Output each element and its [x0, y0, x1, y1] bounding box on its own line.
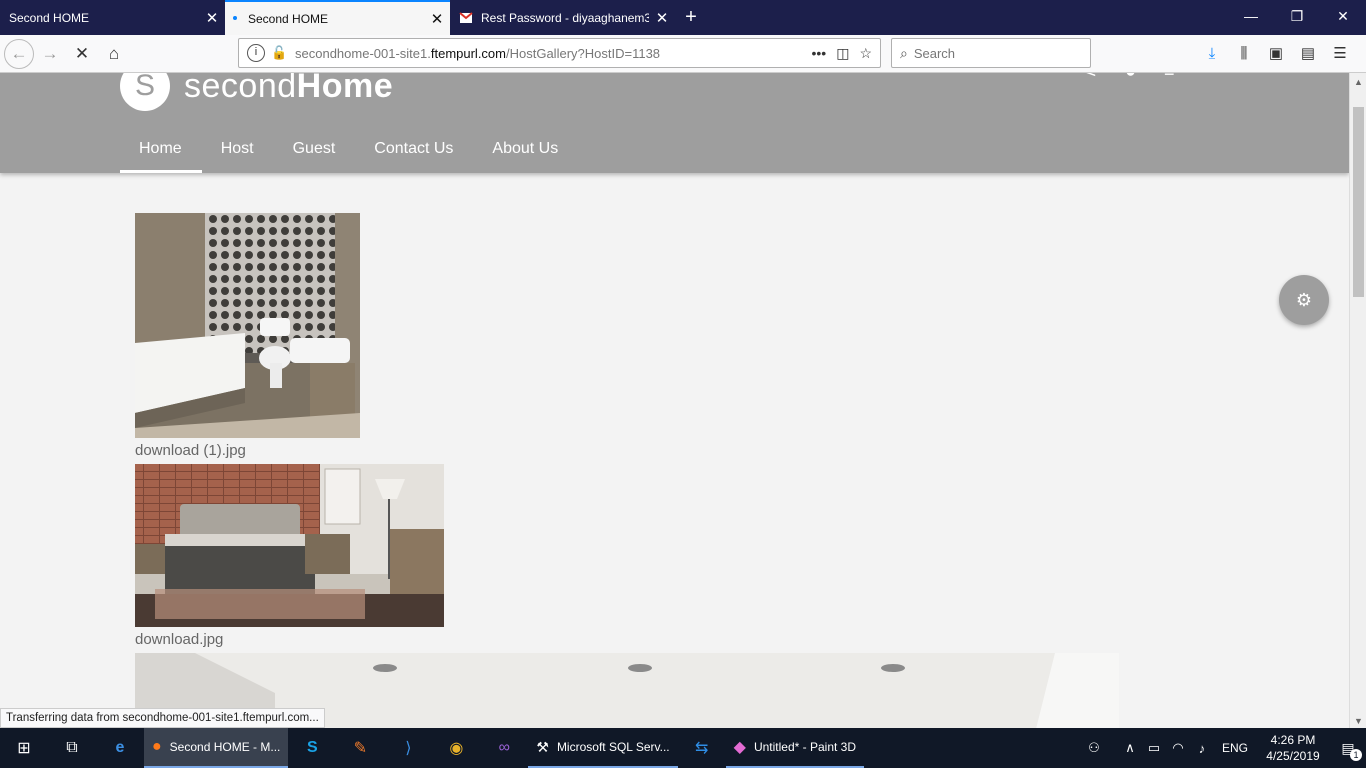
sql-server-icon: ⚒	[536, 738, 549, 755]
pocket-icon[interactable]: ◫	[836, 45, 849, 62]
menu-item-home[interactable]: Home	[120, 130, 202, 173]
minimize-icon[interactable]: —	[1228, 0, 1274, 35]
chevron-up-icon[interactable]: ∧	[1118, 740, 1142, 756]
chrome-icon[interactable]: ◉	[432, 728, 480, 768]
tab-title: Second HOME	[9, 10, 90, 25]
new-tab-icon[interactable]: +	[675, 0, 707, 35]
tab-second-home-1[interactable]: Second HOME ✕	[0, 0, 225, 35]
windows-start-icon[interactable]: ⊞	[0, 728, 48, 768]
tab-second-home-2[interactable]: Second HOME ✕	[225, 0, 450, 35]
wifi-icon[interactable]: ◠	[1166, 740, 1190, 756]
taskbar-paint3d[interactable]: ◆ Untitled* - Paint 3D	[725, 728, 864, 768]
taskbar-firefox[interactable]: ● Second HOME - M...	[144, 728, 289, 768]
logo-text: secondHome	[184, 73, 393, 106]
url-domain: ftempurl.com	[430, 45, 506, 61]
main-menu: Home Host Guest Contact Us About Us	[120, 130, 578, 173]
task-view-icon[interactable]: ⧉	[48, 728, 96, 768]
volume-icon[interactable]: ♪	[1190, 741, 1214, 756]
search-icon: ⌕	[900, 44, 908, 61]
paint3d-icon: ◆	[733, 739, 746, 756]
url-text[interactable]: secondhome-001-site1.ftempurl.com/HostGa…	[295, 46, 660, 61]
clock-date: 4/25/2019	[1266, 749, 1320, 763]
url-bar[interactable]: i 🔓 secondhome-001-site1.ftempurl.com/Ho…	[238, 38, 881, 68]
bookmark-star-icon[interactable]: ☆	[859, 45, 872, 62]
gallery-image-bedroom[interactable]	[135, 464, 444, 627]
loading-dot-icon	[233, 16, 237, 20]
gallery-caption: download.jpg	[135, 631, 224, 648]
scrollbar-thumb[interactable]	[1353, 107, 1364, 297]
gallery-image-bathroom[interactable]	[135, 213, 360, 438]
windows-taskbar: ⊞ ⧉ e ● Second HOME - M... S ✎ ⟩ ◉ ∞ ⚒ M…	[0, 728, 1366, 768]
close-window-icon[interactable]: ✕	[1320, 0, 1366, 35]
page-viewport: S secondHome ⋖ ● ≡ Home Host Guest Conta…	[0, 73, 1349, 728]
info-icon[interactable]: i	[247, 44, 265, 62]
status-bar: Transferring data from secondhome-001-si…	[0, 708, 325, 728]
menu-item-host[interactable]: Host	[202, 130, 274, 173]
skype-icon[interactable]: S	[288, 728, 336, 768]
close-tab-icon[interactable]: ✕	[199, 9, 225, 27]
share-icon[interactable]: ⋖	[1082, 73, 1097, 82]
taskbar-app-label: Microsoft SQL Serv...	[556, 740, 670, 754]
menu-item-contact-us[interactable]: Contact Us	[355, 130, 473, 173]
site-header: S secondHome ⋖ ● ≡ Home Host Guest Conta…	[0, 73, 1349, 173]
logo-light: second	[184, 73, 297, 105]
download-icon[interactable]: ⤓	[1196, 38, 1228, 68]
edge-icon[interactable]: e	[96, 728, 144, 768]
close-tab-icon[interactable]: ✕	[424, 10, 450, 28]
people-icon[interactable]: ⚇	[1082, 740, 1106, 756]
tool-icon[interactable]: ✎	[336, 728, 384, 768]
logo-badge: S	[120, 73, 170, 111]
cogs-icon: ⚙	[1295, 289, 1313, 310]
insecure-lock-icon[interactable]: 🔓	[271, 45, 287, 61]
extension-icon[interactable]: ▤	[1292, 38, 1324, 68]
logo-bold: Home	[296, 73, 394, 105]
firefox-icon: ●	[152, 738, 162, 755]
site-logo[interactable]: S secondHome	[120, 73, 393, 111]
home-icon[interactable]: ⌂	[98, 38, 130, 70]
back-icon[interactable]: ←	[4, 38, 34, 69]
menu-hamburger-icon[interactable]: ☰	[1324, 38, 1356, 68]
url-path: /HostGallery?HostID=1138	[506, 45, 661, 61]
taskbar-app-label: Second HOME - M...	[169, 740, 281, 754]
sidebar-icon[interactable]: ▣	[1260, 38, 1292, 68]
scroll-up-icon[interactable]: ▲	[1350, 77, 1366, 87]
vscode-icon[interactable]: ⟩	[384, 728, 432, 768]
menu-item-about-us[interactable]: About Us	[473, 130, 578, 173]
taskbar-sql-server[interactable]: ⚒ Microsoft SQL Serv...	[528, 728, 678, 768]
close-tab-icon[interactable]: ✕	[649, 9, 675, 27]
search-input[interactable]: ⌕ Search	[891, 38, 1091, 68]
stop-icon[interactable]: ✕	[66, 38, 98, 70]
gallery-caption: download (1).jpg	[135, 442, 246, 459]
navigation-toolbar: ← → ✕ ⌂ i 🔓 secondhome-001-site1.ftempur…	[0, 35, 1366, 73]
page-actions-icon[interactable]: •••	[811, 45, 826, 62]
settings-fab[interactable]: ⚙	[1279, 275, 1329, 325]
tab-strip: Second HOME ✕ Second HOME ✕ Rest Passwor…	[0, 0, 1366, 35]
tab-rest-password[interactable]: Rest Password - diyaaghanem3 ✕	[450, 0, 675, 35]
page-scrollbar[interactable]: ▲ ▼	[1349, 73, 1366, 728]
library-icon[interactable]: ⫼	[1228, 38, 1260, 68]
url-host-prefix: secondhome-001-site1.	[295, 45, 431, 61]
scroll-down-icon[interactable]: ▼	[1350, 716, 1366, 726]
visual-studio-icon[interactable]: ∞	[480, 728, 528, 768]
restore-icon[interactable]: ❐	[1274, 0, 1320, 35]
menu-icon[interactable]: ≡	[1164, 73, 1175, 82]
menu-item-guest[interactable]: Guest	[274, 130, 356, 173]
search-placeholder: Search	[913, 45, 956, 61]
bedroom-photo	[135, 464, 444, 627]
battery-icon[interactable]: ▭	[1142, 740, 1166, 756]
user-icon[interactable]: ●	[1125, 73, 1136, 82]
taskbar-app-label: Untitled* - Paint 3D	[753, 740, 856, 754]
tab-title: Rest Password - diyaaghanem3	[481, 10, 649, 25]
teamviewer-icon[interactable]: ⇆	[678, 728, 726, 768]
notification-count: 1	[1350, 748, 1362, 761]
language-indicator[interactable]: ENG	[1222, 741, 1248, 755]
tab-title: Second HOME	[248, 11, 329, 26]
host-gallery: download (1).jpg download.jpg	[135, 213, 1119, 728]
forward-icon[interactable]: →	[34, 38, 66, 70]
notifications-icon[interactable]: ▤ 1	[1330, 740, 1366, 761]
bathroom-photo	[135, 213, 360, 438]
gmail-icon	[459, 11, 473, 23]
clock-time: 4:26 PM	[1270, 733, 1316, 747]
system-clock[interactable]: 4:26 PM 4/25/2019	[1256, 732, 1330, 764]
